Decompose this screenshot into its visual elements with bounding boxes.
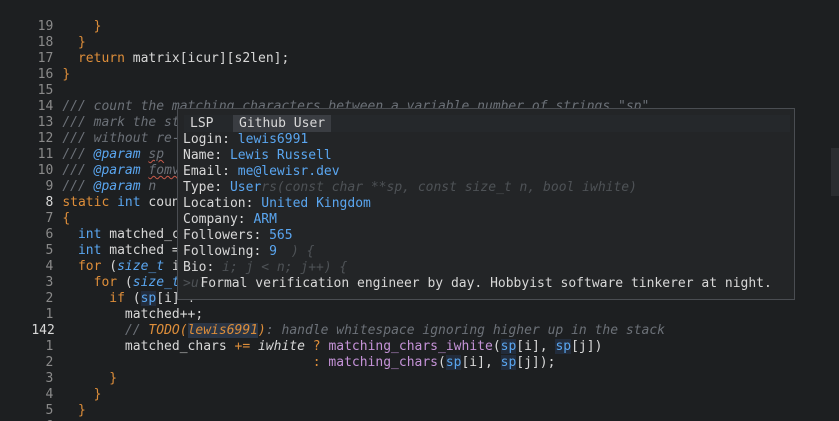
code-line[interactable]: 12/// without re-run (0, 115, 204, 146)
code-line[interactable]: 10/// @param fomvals (0, 147, 204, 178)
field-label: Following: (183, 244, 262, 259)
code-line[interactable]: 2 : matching_chars(sp[i], sp[j]); (0, 339, 555, 370)
ghost-code: i; j < n; j++) { (222, 260, 348, 275)
code-line[interactable]: 14/// count the matching characters betw… (0, 83, 650, 114)
code-line[interactable]: 18 } (0, 19, 86, 50)
type-row: Type: Userrs(const char **sp, const size… (183, 180, 637, 196)
field-label: Login: (183, 132, 230, 147)
code-line[interactable]: 19 } (0, 3, 102, 34)
code-line[interactable]: 3 } (0, 355, 117, 386)
code-line[interactable]: 7{ (0, 195, 70, 226)
bio-text-row: >ulFormal verification engineer by day. … (183, 276, 772, 292)
bio-text: Formal verification engineer by day. Hob… (200, 276, 772, 291)
location-row: Location: United Kingdom (183, 196, 371, 212)
code-line[interactable]: 8 static int count_n (0, 179, 203, 210)
scrollbar-thumb[interactable] (831, 148, 839, 196)
login-value[interactable]: lewis6991 (238, 132, 308, 147)
field-label: Name: (183, 148, 223, 163)
location-value: United Kingdom (261, 196, 371, 211)
name-row: Name: Lewis Russell (183, 148, 332, 164)
field-label: Company: (183, 212, 246, 227)
company-value: ARM (253, 212, 277, 227)
field-label: Followers: (183, 228, 262, 243)
field-label: Location: (183, 196, 254, 211)
tab-lsp[interactable]: LSP (184, 115, 219, 132)
field-label: Type: (183, 180, 223, 195)
login-row: Login: lewis6991 (183, 132, 308, 148)
code-line[interactable]: 2 if (sp[i] != (0, 275, 203, 306)
type-value: User (229, 180, 262, 195)
followers-row: Followers: 565 (183, 228, 293, 244)
code-line[interactable]: 3 for (size_t j (0, 259, 195, 290)
code-line[interactable]: 5 int matched = 0; (0, 227, 203, 258)
code-line[interactable]: 11/// @param sp (0, 131, 164, 162)
field-label: Email: (183, 164, 230, 179)
code-line[interactable]: 16} (0, 51, 70, 82)
email-row: Email: me@lewisr.dev (183, 164, 340, 180)
field-label: Bio: (183, 260, 215, 275)
code-line[interactable]: 4 } (0, 371, 101, 402)
name-value: Lewis Russell (229, 148, 332, 163)
bio-row: Bio: i; j < n; j++) { (183, 260, 347, 276)
code-line[interactable]: 9/// @param n (0, 163, 156, 194)
code-line[interactable]: 5 } (0, 387, 85, 418)
code-line[interactable]: 6 (0, 403, 62, 421)
hover-popup[interactable]: LSP Github User Login: lewis6991 Name: L… (177, 108, 795, 300)
popup-tab-bar: LSP Github User (184, 115, 790, 132)
following-row: Following: 9 ) { (183, 244, 314, 260)
ghost-code: ) { (290, 244, 315, 259)
followers-value: 565 (269, 228, 293, 243)
code-line[interactable]: 13/// mark the strin (0, 99, 204, 130)
code-line[interactable]: 1 matched_chars += iwhite ? matching_cha… (0, 323, 602, 354)
code-line-current[interactable]: 142 // TODO(lewis6991): handle whitespac… (0, 307, 665, 338)
code-line[interactable]: 6 int matched_char (0, 211, 203, 242)
email-value[interactable]: me@lewisr.dev (238, 164, 340, 179)
code-line[interactable]: 15 (0, 67, 62, 98)
code-line[interactable]: 4 for (size_t i = (0, 243, 195, 274)
following-value: 9 (269, 244, 277, 259)
company-row: Company: ARM (183, 212, 277, 228)
tab-github-user[interactable]: Github User (233, 115, 332, 132)
code-line[interactable]: 1 matched++; (0, 291, 203, 322)
ghost-signature: rs(const char **sp, const size_t n, bool… (261, 180, 637, 195)
code-line[interactable]: 17 return matrix[icur][s2len]; (0, 35, 290, 66)
